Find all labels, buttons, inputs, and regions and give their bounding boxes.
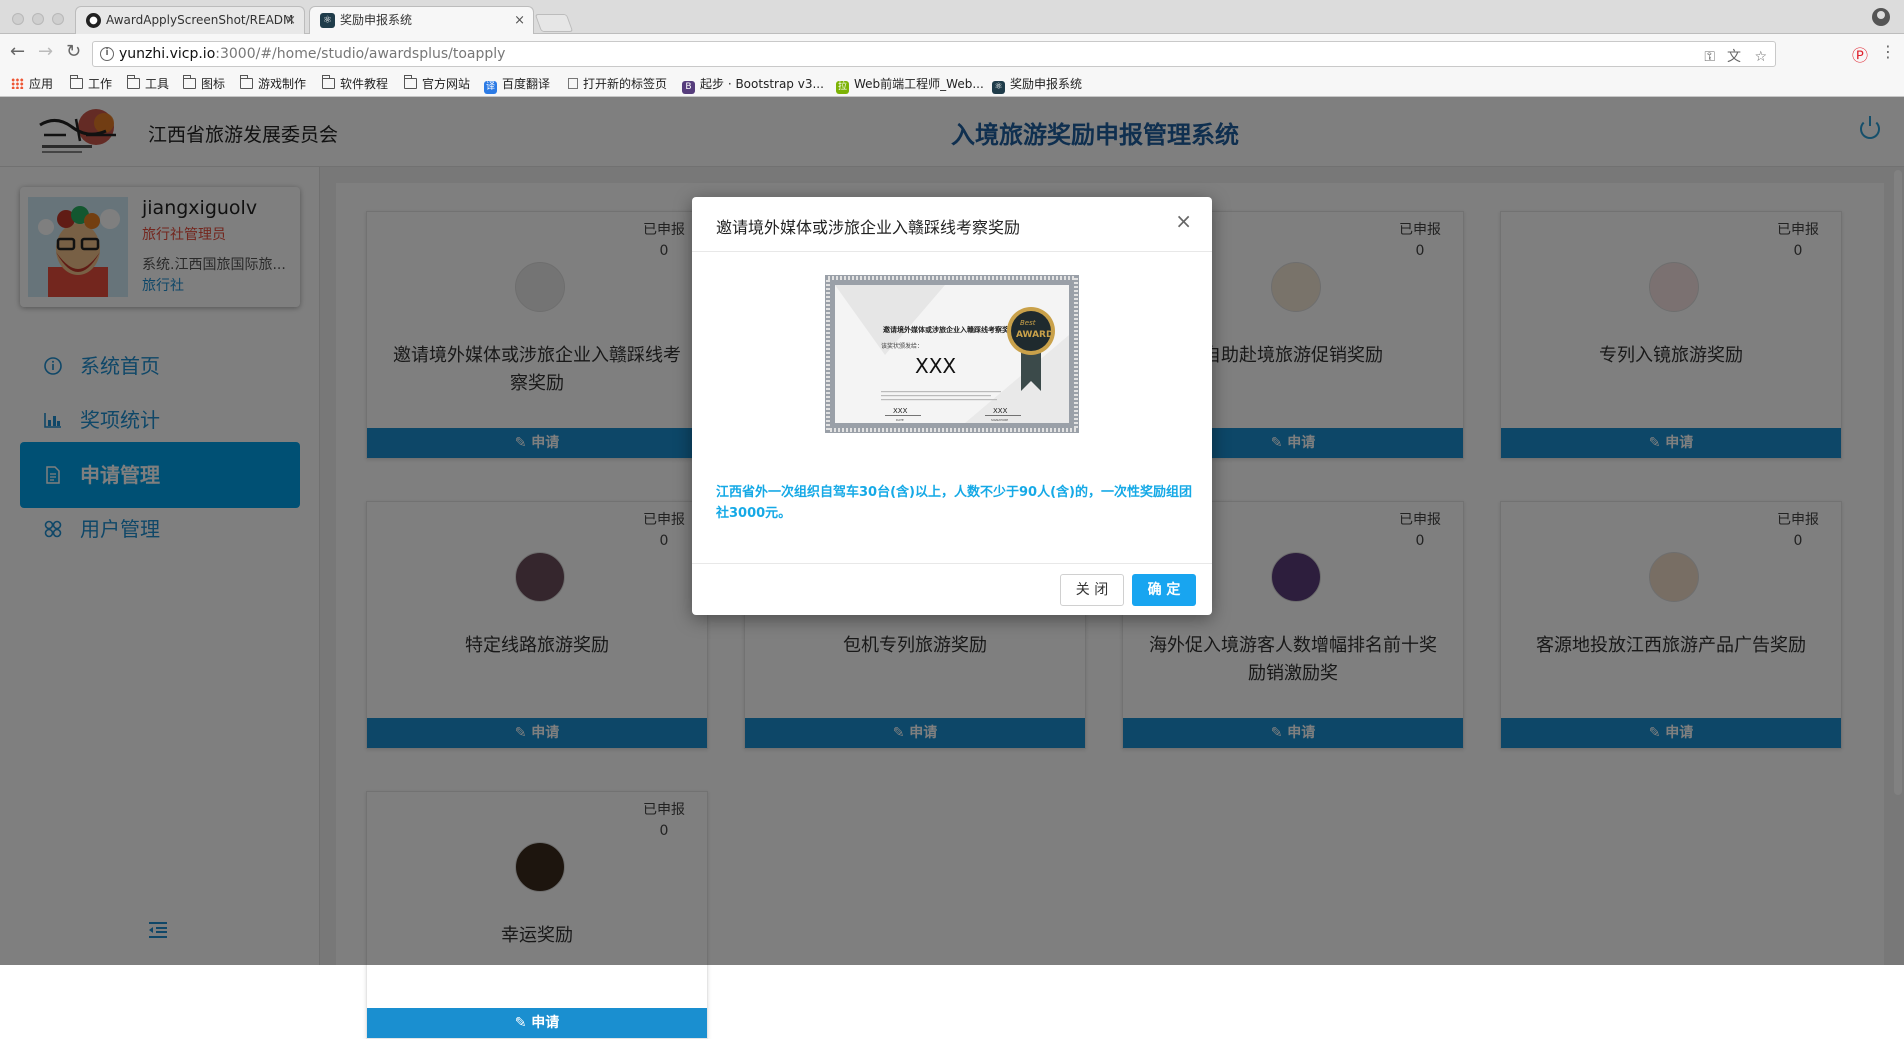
tab-close-icon[interactable]: × <box>514 7 525 34</box>
folder-icon <box>322 75 335 89</box>
bookmark-label: 工具 <box>145 77 170 91</box>
award-description: 江西省外一次组织自驾车30台(含)以上，人数不少于90人(含)的，一次性奖励组团… <box>716 485 1192 521</box>
apply-label: 申请 <box>531 1015 560 1031</box>
bookmark-label: 百度翻译 <box>502 77 551 91</box>
profile-icon[interactable] <box>1872 8 1890 26</box>
badge-main-text: AWARD <box>1016 330 1053 340</box>
page-scrollbar[interactable] <box>1894 170 1902 795</box>
github-icon: ● <box>86 13 101 28</box>
bookmark-tools[interactable]: 工具 <box>127 75 170 92</box>
bookmark-label: 起步 · Bootstrap v3... <box>700 77 824 91</box>
window-zoom-button[interactable] <box>52 13 64 25</box>
bootstrap-icon: B <box>682 81 695 94</box>
folder-icon <box>70 75 83 89</box>
window-close-button[interactable] <box>12 13 24 25</box>
certificate-image: 邀请境外媒体或涉旅企业入赣踩线考察奖励 该奖状颁发给： XXX XXX XXX … <box>825 275 1079 433</box>
apps-icon <box>11 78 24 89</box>
bookmark-baidu-translate[interactable]: 译百度翻译 <box>484 76 550 94</box>
react-icon: ⚛ <box>992 81 1005 94</box>
folder-icon <box>404 75 417 89</box>
bookmark-label: 软件教程 <box>340 77 389 91</box>
baidu-translate-icon: 译 <box>484 81 497 94</box>
signature-left: XXX <box>893 407 908 415</box>
tab-github-readme[interactable]: ● AwardApplyScreenShot/READM × <box>75 6 305 34</box>
folder-icon <box>240 75 253 89</box>
browser-tab-strip: ● AwardApplyScreenShot/READM × ⚛ 奖励申报系统 … <box>0 0 1904 35</box>
url-host: yunzhi.vicp.io <box>119 46 216 62</box>
bookmarks-bar: 应用 工作 工具 图标 游戏制作 软件教程 官方网站 译百度翻译 打开新的标签页… <box>0 72 1904 97</box>
bookmark-bootstrap[interactable]: B 起步 · Bootstrap v3... <box>682 76 824 94</box>
signature-right-caption: SIGNATURE <box>991 418 1008 422</box>
bookmark-tutorials[interactable]: 软件教程 <box>322 75 389 92</box>
bookmark-icons[interactable]: 图标 <box>183 75 226 92</box>
bookmark-apps[interactable]: 应用 <box>11 76 53 92</box>
badge-top-text: Best <box>1020 319 1036 327</box>
tab-award-system[interactable]: ⚛ 奖励申报系统 × <box>309 6 534 35</box>
lagou-icon: 拉 <box>836 81 849 94</box>
tab-label: AwardApplyScreenShot/READM <box>106 13 294 27</box>
signature-left-caption: DATE <box>896 418 904 422</box>
tab-close-icon[interactable]: × <box>285 7 296 34</box>
page-icon <box>568 78 578 89</box>
bookmark-award-system[interactable]: ⚛ 奖励申报系统 <box>992 76 1082 94</box>
tab-label: 奖励申报系统 <box>340 13 413 27</box>
bookmark-label: Web前端工程师_Web... <box>854 77 984 91</box>
address-bar[interactable]: i yunzhi.vicp.io:3000/#/home/studio/awar… <box>92 41 1776 67</box>
back-arrow-icon[interactable]: ← <box>10 42 25 62</box>
key-icon[interactable]: ⚿ <box>1704 45 1715 69</box>
bookmark-label: 奖励申报系统 <box>1010 77 1083 91</box>
reload-icon[interactable]: ↻ <box>66 42 81 62</box>
bookmark-label: 打开新的标签页 <box>583 77 668 91</box>
bookmark-official-sites[interactable]: 官方网站 <box>404 75 471 92</box>
new-tab-button[interactable] <box>534 14 574 32</box>
bookmark-label: 官方网站 <box>422 77 471 91</box>
star-icon[interactable]: ☆ <box>1754 45 1767 69</box>
menu-icon[interactable]: ⋮ <box>1880 42 1896 61</box>
close-icon[interactable]: × <box>1175 211 1192 231</box>
pinterest-icon[interactable]: Ⓟ <box>1852 42 1868 66</box>
bookmark-new-tab[interactable]: 打开新的标签页 <box>568 76 667 92</box>
apply-button[interactable]: ✎ 申请 <box>367 1008 707 1038</box>
window-minimize-button[interactable] <box>32 13 44 25</box>
award-detail-modal: 邀请境外媒体或涉旅企业入赣踩线考察奖励 × 邀请境外媒体或涉旅企业入赣踩线考察奖… <box>692 197 1212 615</box>
bookmark-lagou[interactable]: 拉 Web前端工程师_Web... <box>836 76 984 94</box>
divider <box>692 251 1212 252</box>
folder-icon <box>127 75 140 89</box>
bookmark-label: 工作 <box>88 77 113 91</box>
certificate-subtitle: 该奖状颁发给： <box>881 342 923 350</box>
signature-right: XXX <box>993 407 1008 415</box>
bookmark-label: 应用 <box>29 77 54 91</box>
forward-arrow-icon[interactable]: → <box>38 42 53 62</box>
url-path: :3000/#/home/studio/awardsplus/toapply <box>215 46 506 62</box>
info-icon[interactable]: i <box>100 47 114 61</box>
bookmark-game-dev[interactable]: 游戏制作 <box>240 75 307 92</box>
bookmark-label: 游戏制作 <box>258 77 307 91</box>
bookmark-label: 图标 <box>201 77 226 91</box>
browser-toolbar: ← → ↻ i yunzhi.vicp.io:3000/#/home/studi… <box>0 34 1904 72</box>
bookmark-work[interactable]: 工作 <box>70 75 113 92</box>
confirm-button[interactable]: 确 定 <box>1132 574 1196 606</box>
translate-icon[interactable]: ⽂ <box>1727 45 1741 69</box>
react-icon: ⚛ <box>320 13 335 28</box>
recipient-name: XXX <box>915 354 956 378</box>
close-button[interactable]: 关 闭 <box>1060 574 1124 606</box>
certificate-heading: 邀请境外媒体或涉旅企业入赣踩线考察奖励 <box>883 325 1016 334</box>
modal-title: 邀请境外媒体或涉旅企业入赣踩线考察奖励 <box>716 218 1021 237</box>
divider <box>692 563 1212 564</box>
folder-icon <box>183 75 196 89</box>
